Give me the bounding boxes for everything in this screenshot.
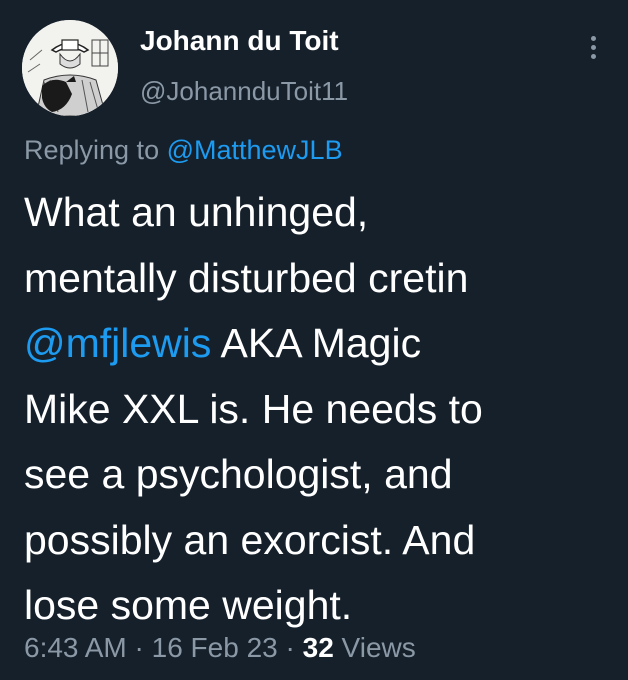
avatar[interactable] xyxy=(22,20,118,116)
tweet-line: What an unhinged, xyxy=(24,189,369,235)
reply-mention-link[interactable]: @MatthewJLB xyxy=(167,135,343,165)
views-count: 32 xyxy=(302,632,334,663)
author-handle[interactable]: @JohannduToit11 xyxy=(140,76,348,107)
body-mention-link[interactable]: @mfjlewis xyxy=(24,320,211,366)
replying-to-label: Replying to xyxy=(24,135,160,165)
tweet-body: What an unhinged, mentally disturbed cre… xyxy=(24,180,614,639)
tweet: Johann du Toit @JohannduToit11 Replying … xyxy=(0,0,628,680)
views-label: Views xyxy=(333,632,416,663)
replying-to: Replying to @MatthewJLB xyxy=(24,135,343,166)
meta-separator: · xyxy=(277,632,303,663)
more-options-button[interactable] xyxy=(580,30,608,66)
tweet-date[interactable]: 16 Feb 23 xyxy=(152,632,278,663)
more-vertical-icon-dot xyxy=(591,45,596,50)
tweet-line: Mike XXL is. He needs to xyxy=(24,385,483,432)
author-display-name[interactable]: Johann du Toit xyxy=(140,25,339,57)
sketch-portrait-avatar-icon xyxy=(22,20,118,116)
tweet-line: @mfjlewis AKA Magic xyxy=(24,311,614,377)
tweet-line: lose some weight. xyxy=(24,582,353,628)
tweet-line: mentally disturbed cretin xyxy=(24,254,469,301)
tweet-line: see a psychologist, and xyxy=(24,451,453,497)
tweet-line: possibly an exorcist. And xyxy=(24,516,476,563)
tweet-time[interactable]: 6:43 AM xyxy=(24,632,127,663)
tweet-line-text: AKA Magic xyxy=(211,320,422,366)
meta-separator: · xyxy=(126,632,152,663)
more-vertical-icon-dot xyxy=(591,54,596,59)
tweet-meta: 6:43 AM · 16 Feb 23 · 32 Views xyxy=(24,632,416,664)
more-vertical-icon xyxy=(591,36,596,41)
